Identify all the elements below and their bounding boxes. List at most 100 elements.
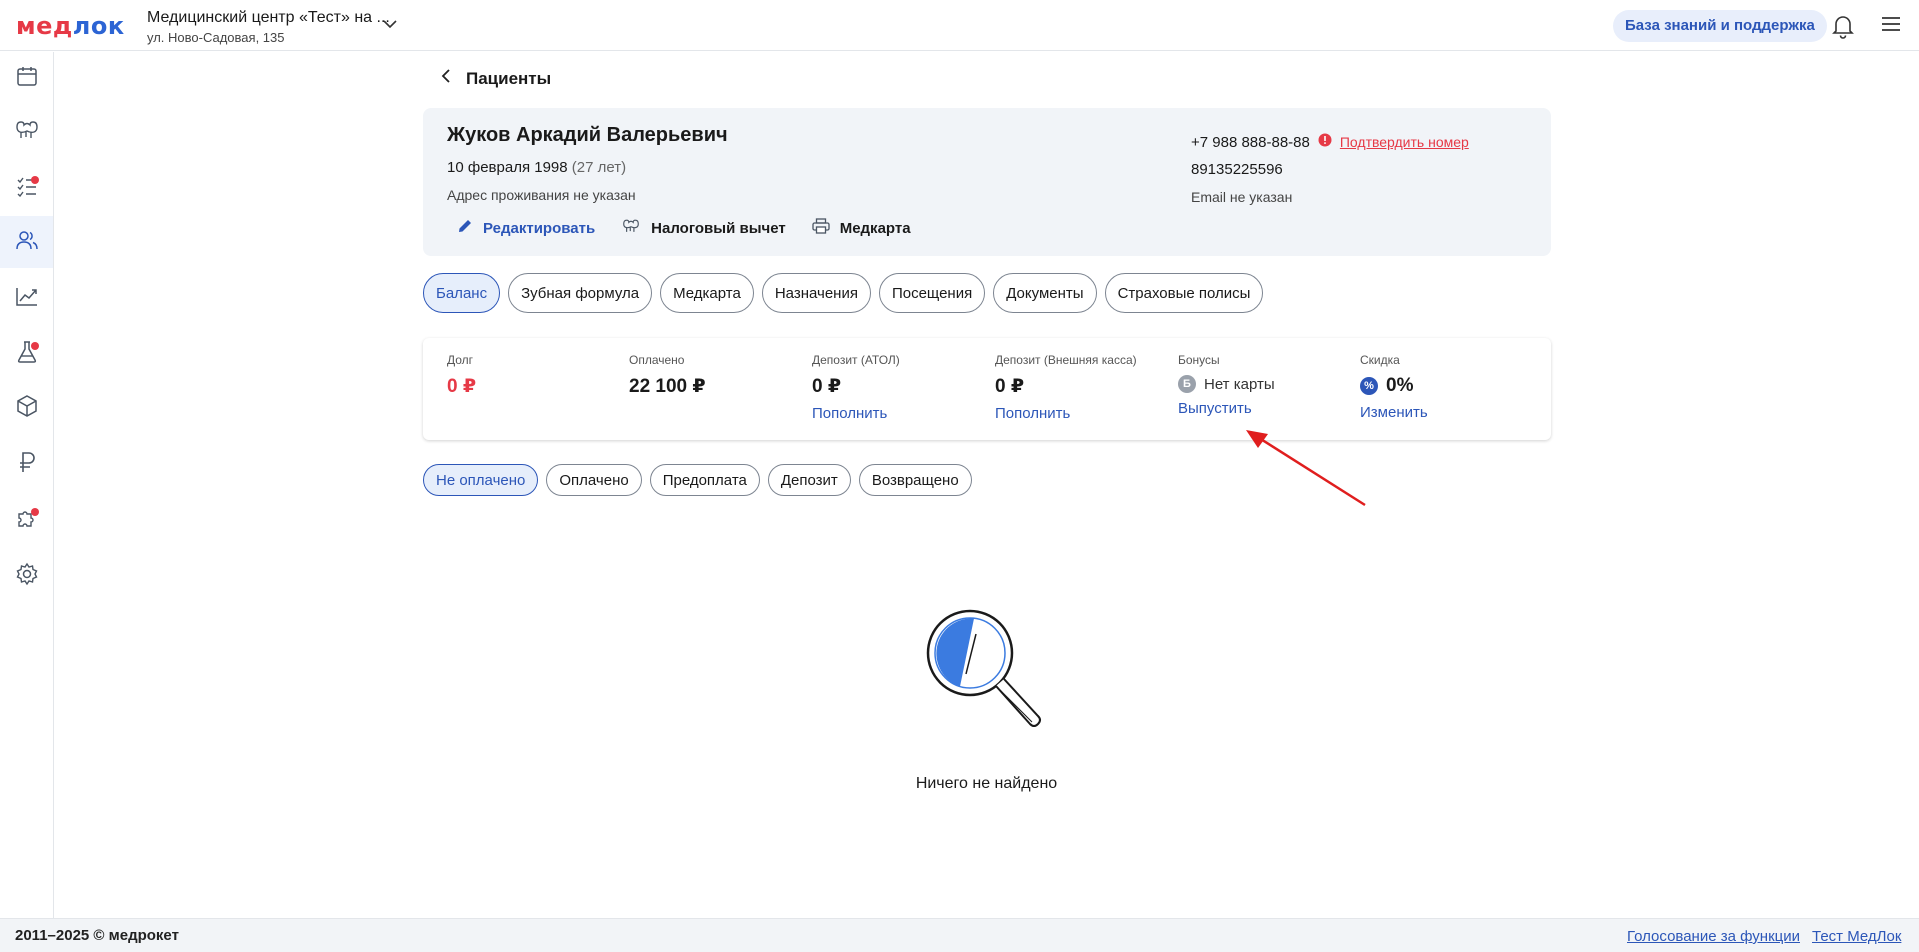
sidebar-item-dental[interactable] (0, 106, 53, 158)
bonus-icon: Б (1178, 375, 1196, 393)
patient-address: Адрес проживания не указан (447, 187, 636, 203)
edit-button[interactable]: Редактировать (457, 218, 595, 238)
calendar-icon (16, 65, 38, 92)
deposit-ext-label: Депозит (Внешняя касса) (995, 353, 1137, 367)
filter-paid[interactable]: Оплачено (546, 464, 642, 496)
patient-name: Жуков Аркадий Валерьевич (447, 124, 728, 146)
sidebar-item-settings[interactable] (0, 550, 53, 602)
bonus-value-row: Б Нет карты (1178, 375, 1275, 393)
filter-unpaid[interactable]: Не оплачено (423, 464, 539, 496)
filter-prepayment[interactable]: Предоплата (649, 464, 760, 496)
debt-value: 0 ₽ (447, 376, 477, 397)
edit-label: Редактировать (483, 219, 596, 237)
logo-part2: лок (72, 12, 125, 40)
discount-value: 0% (1386, 375, 1414, 396)
tax-deduction-label: Налоговый вычет (651, 219, 786, 237)
medcard-print-button[interactable]: Медкарта (812, 218, 911, 238)
patient-card: Жуков Аркадий Валерьевич 10 февраля 1998… (423, 108, 1551, 256)
chevron-down-icon[interactable] (382, 16, 398, 37)
patient-tabs: Баланс Зубная формула Медкарта Назначени… (423, 273, 1264, 313)
deposit-atol-label: Депозит (АТОЛ) (812, 353, 900, 367)
tax-deduction-button[interactable]: Налоговый вычет (621, 218, 786, 238)
tooth-icon (14, 119, 40, 146)
warehouse-icon (15, 394, 39, 423)
tab-insurance[interactable]: Страховые полисы (1104, 273, 1264, 313)
knowledge-base-button[interactable]: База знаний и поддержка (1613, 10, 1827, 42)
top-header: медлок Медицинский центр «Тест» на ... у… (0, 0, 1919, 51)
pencil-icon (457, 218, 473, 238)
paid-label: Оплачено (629, 353, 685, 367)
patient-age: (27 лет) (571, 159, 627, 176)
patients-icon (15, 229, 39, 256)
clinic-name: Медицинский центр «Тест» на ... (147, 9, 390, 26)
balance-bonus: Бонусы Б Нет карты Выпустить (1178, 353, 1275, 417)
discount-label: Скидка (1360, 353, 1400, 367)
patient-dob-date: 10 февраля 1998 (447, 159, 568, 176)
bell-icon[interactable] (1831, 13, 1855, 44)
paid-value: 22 100 ₽ (629, 376, 706, 397)
clinic-address: ул. Ново-Садовая, 135 (147, 30, 285, 45)
tab-documents[interactable]: Документы (993, 273, 1097, 313)
change-discount-link[interactable]: Изменить (1360, 404, 1428, 421)
filter-returned[interactable]: Возвращено (858, 464, 972, 496)
tooth-icon (621, 218, 641, 238)
sidebar-item-tasks[interactable] (0, 162, 53, 214)
patient-phone: +7 988 888-88-88 (1191, 133, 1310, 151)
sidebar-item-integrations[interactable] (0, 494, 53, 546)
feature-voting-link[interactable]: Голосование за функции (1627, 928, 1800, 945)
sidebar-item-warehouse[interactable] (0, 382, 53, 434)
annotation-arrow-icon (1240, 430, 1370, 515)
analytics-icon (15, 285, 39, 312)
deposit-atol-topup-link[interactable]: Пополнить (812, 405, 900, 422)
patient-phone2: 89135225596 (1191, 161, 1283, 178)
back-label: Пациенты (466, 68, 552, 88)
logo[interactable]: медлок (16, 12, 125, 40)
balance-panel: Долг 0 ₽ Оплачено 22 100 ₽ Депозит (АТОЛ… (423, 338, 1551, 440)
footer: 2011–2025 © медрокет Голосование за функ… (0, 918, 1919, 952)
balance-debt: Долг 0 ₽ (447, 353, 476, 398)
patient-dob: 10 февраля 1998 (27 лет) (447, 159, 626, 176)
empty-state-text: Ничего не найдено (915, 775, 1058, 792)
patient-phone-row: +7 988 888-88-88 Подтвердить номер (1191, 133, 1469, 151)
menu-icon[interactable] (1880, 14, 1902, 39)
deposit-ext-value: 0 ₽ (995, 376, 1025, 397)
finance-icon (17, 450, 37, 479)
issue-card-link[interactable]: Выпустить (1178, 400, 1275, 417)
notification-dot (31, 176, 39, 184)
settings-icon (15, 562, 39, 591)
deposit-atol-value: 0 ₽ (812, 376, 842, 397)
tab-dental-formula[interactable]: Зубная формула (508, 273, 653, 313)
chevron-left-icon (440, 68, 452, 89)
bonus-label: Бонусы (1178, 353, 1220, 367)
balance-discount: Скидка % 0% Изменить (1360, 353, 1428, 421)
sidebar-item-patients[interactable] (0, 216, 53, 268)
medcard-label: Медкарта (839, 219, 911, 237)
bonus-value: Нет карты (1204, 375, 1275, 393)
tab-visits[interactable]: Посещения (878, 273, 986, 313)
balance-paid: Оплачено 22 100 ₽ (629, 353, 706, 398)
confirm-phone-link[interactable]: Подтвердить номер (1340, 134, 1469, 150)
balance-deposit-atol: Депозит (АТОЛ) 0 ₽ Пополнить (812, 353, 900, 422)
tab-medcard[interactable]: Медкарта (660, 273, 754, 313)
payment-filters: Не оплачено Оплачено Предоплата Депозит … (423, 464, 972, 496)
sidebar-item-finance[interactable] (0, 438, 53, 490)
notification-dot (31, 342, 39, 350)
back-to-patients[interactable]: Пациенты (440, 68, 551, 89)
sidebar-item-lab[interactable] (0, 328, 53, 380)
patient-email: Email не указан (1191, 189, 1293, 205)
clinic-selector[interactable]: Медицинский центр «Тест» на ... ул. Ново… (147, 9, 390, 45)
tab-appointments[interactable]: Назначения (761, 273, 871, 313)
notification-dot (31, 508, 39, 516)
deposit-ext-topup-link[interactable]: Пополнить (995, 405, 1137, 422)
printer-icon (812, 218, 830, 238)
balance-deposit-external: Депозит (Внешняя касса) 0 ₽ Пополнить (995, 353, 1137, 422)
discount-value-row: % 0% (1360, 375, 1428, 397)
sidebar-item-calendar[interactable] (0, 52, 53, 104)
tab-balance[interactable]: Баланс (423, 273, 501, 313)
filter-deposit[interactable]: Депозит (767, 464, 851, 496)
magnifier-icon (922, 606, 1044, 737)
percent-icon: % (1360, 377, 1378, 395)
test-medlok-link[interactable]: Тест МедЛок (1812, 928, 1901, 945)
debt-label: Долг (447, 353, 474, 367)
sidebar-item-analytics[interactable] (0, 272, 53, 324)
